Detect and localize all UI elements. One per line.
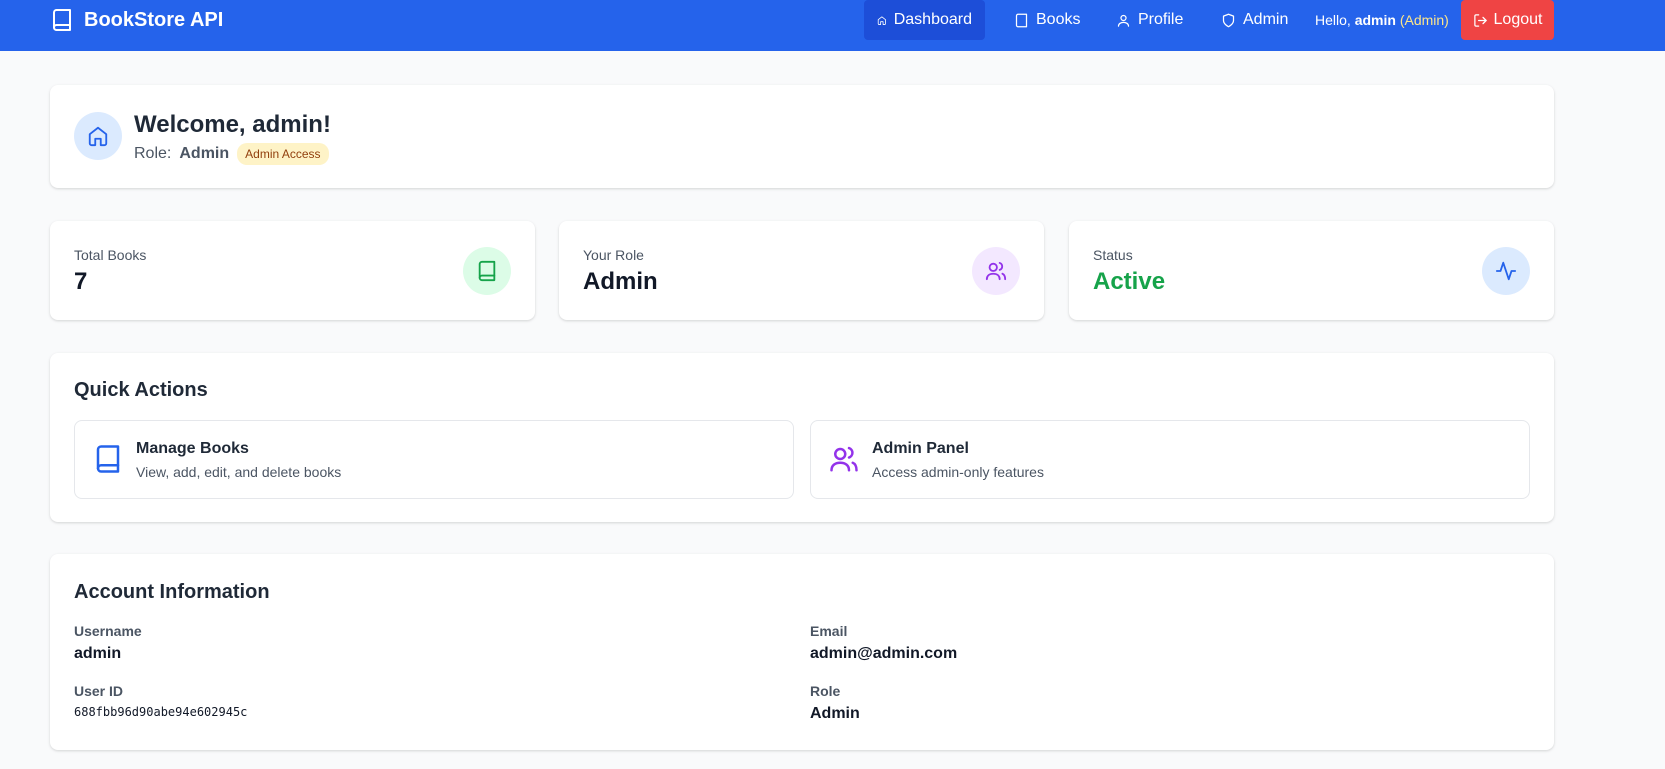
stat-label: Status xyxy=(1093,247,1133,263)
stat-icon-circle xyxy=(463,247,511,295)
quick-actions-title: Quick Actions xyxy=(74,379,208,401)
user-icon xyxy=(1117,14,1130,27)
stat-icon-circle xyxy=(972,247,1020,295)
stat-card-status: Status Active xyxy=(1069,221,1554,320)
book-icon xyxy=(53,9,71,31)
stat-value: 7 xyxy=(74,268,88,295)
book-icon xyxy=(96,445,120,473)
action-title: Manage Books xyxy=(136,440,249,457)
logout-label: Logout xyxy=(1493,11,1543,28)
shield-icon xyxy=(1222,13,1235,27)
email-value: admin@admin.com xyxy=(810,645,958,662)
logout-button[interactable]: Logout xyxy=(1461,0,1554,40)
role-line: Role: Admin Admin Access xyxy=(134,143,329,165)
admin-access-badge: Admin Access xyxy=(237,143,329,165)
greeting: Hello, admin (Admin) xyxy=(1315,12,1449,28)
brand[interactable]: BookStore API xyxy=(50,8,223,32)
user-id-label: User ID xyxy=(74,683,124,699)
email-label: Email xyxy=(810,623,848,639)
welcome-title: Welcome, admin! xyxy=(134,111,331,138)
nav-admin-label: Admin xyxy=(1243,11,1289,28)
logout-icon xyxy=(1473,13,1487,27)
users-icon xyxy=(985,262,1007,281)
greeting-prefix: Hello, xyxy=(1315,12,1351,28)
book-icon xyxy=(478,260,496,282)
nav-dashboard[interactable]: Dashboard xyxy=(864,0,985,40)
action-title: Admin Panel xyxy=(872,440,969,457)
nav-dashboard-label: Dashboard xyxy=(893,11,972,28)
nav-profile[interactable]: Profile xyxy=(1103,0,1196,40)
home-icon xyxy=(88,126,108,147)
account-info-card: Account Information Username admin Email… xyxy=(50,554,1554,750)
nav-admin[interactable]: Admin xyxy=(1208,0,1301,40)
welcome-icon-circle xyxy=(74,112,122,160)
account-info-title: Account Information xyxy=(74,581,270,603)
nav-books-label: Books xyxy=(1036,11,1081,28)
nav-books[interactable]: Books xyxy=(1001,0,1093,40)
top-navbar: BookStore API Dashboard Books Profile Ad… xyxy=(0,0,1665,51)
stat-value: Admin xyxy=(583,268,658,295)
activity-icon xyxy=(1495,261,1517,281)
welcome-card: Welcome, admin! Role: Admin Admin Access xyxy=(50,85,1554,188)
manage-books-action[interactable]: Manage Books View, add, edit, and delete… xyxy=(74,420,794,499)
action-desc: View, add, edit, and delete books xyxy=(136,464,342,480)
stat-label: Total Books xyxy=(74,247,147,263)
role-value: Admin xyxy=(179,145,230,162)
stat-card-your-role: Your Role Admin xyxy=(559,221,1044,320)
role-label: Role xyxy=(810,683,841,699)
brand-title: BookStore API xyxy=(84,8,224,31)
stat-card-total-books: Total Books 7 xyxy=(50,221,535,320)
quick-actions-card: Quick Actions Manage Books View, add, ed… xyxy=(50,353,1554,522)
book-icon xyxy=(1015,13,1028,27)
admin-panel-action[interactable]: Admin Panel Access admin-only features xyxy=(810,420,1530,499)
username-value: admin xyxy=(74,645,122,662)
nav-profile-label: Profile xyxy=(1138,11,1184,28)
user-id-value: 688fbb96d90abe94e602945c xyxy=(74,705,248,719)
stat-icon-circle xyxy=(1482,247,1530,295)
greeting-user: admin xyxy=(1354,12,1396,28)
greeting-role: (Admin) xyxy=(1399,12,1449,28)
username-label: Username xyxy=(74,623,142,639)
stat-value: Active xyxy=(1093,268,1166,295)
stat-label: Your Role xyxy=(583,247,644,263)
role-prefix: Role: xyxy=(134,145,172,162)
users-icon xyxy=(830,446,858,472)
action-desc: Access admin-only features xyxy=(872,464,1044,480)
role-value: Admin xyxy=(810,705,860,722)
home-icon xyxy=(877,15,886,25)
